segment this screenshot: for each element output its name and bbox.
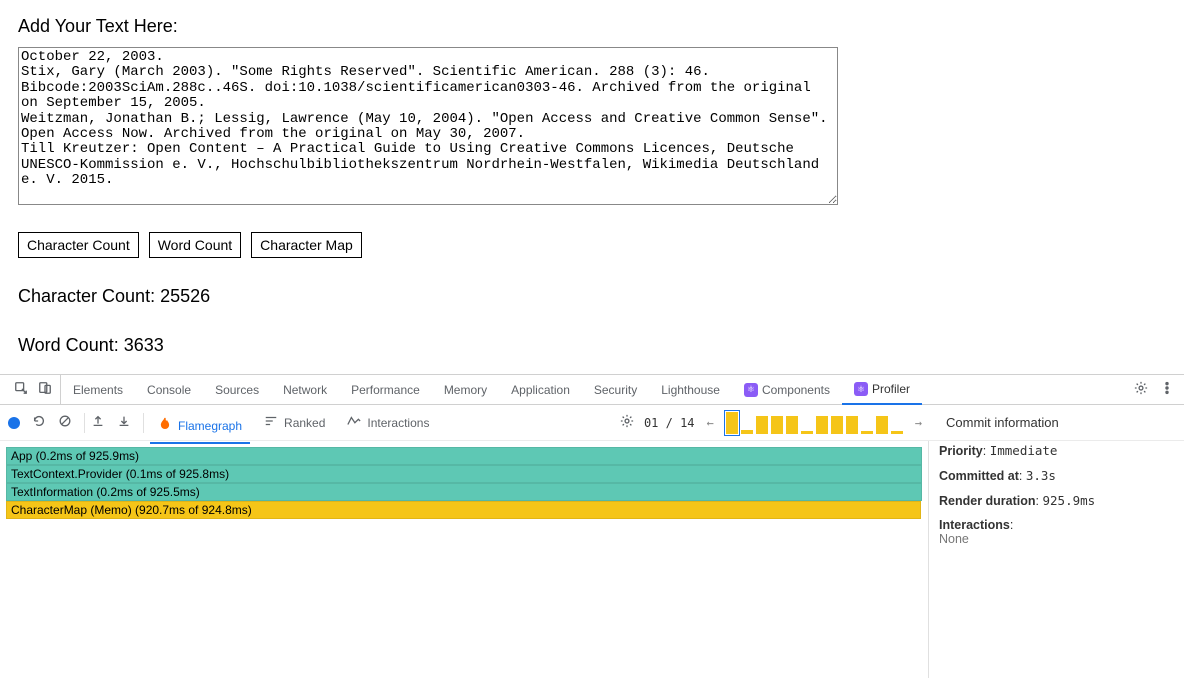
character-count-button[interactable]: Character Count [18,232,139,258]
flame-icon [158,417,172,434]
commit-bar[interactable] [771,416,783,434]
tab-performance[interactable]: Performance [339,375,432,404]
record-button[interactable] [8,417,20,429]
commit-position: 01 / 14 [644,416,695,430]
devtools-tab-bar: Elements Console Sources Network Perform… [0,375,1184,405]
tab-memory[interactable]: Memory [432,375,499,404]
commit-bar[interactable] [846,416,858,434]
tab-react-profiler[interactable]: ⚛ Profiler [842,376,922,405]
tab-console[interactable]: Console [135,375,203,404]
commit-bar[interactable] [816,416,828,434]
ranked-icon [264,414,278,431]
profiler-settings-icon[interactable] [620,414,634,431]
tab-security[interactable]: Security [582,375,649,404]
upload-icon[interactable] [91,414,105,431]
interactions-key: Interactions [939,518,1010,532]
flamegraph-area[interactable]: App (0.2ms of 925.9ms)TextContext.Provid… [0,441,928,678]
tab-network[interactable]: Network [271,375,339,404]
subtab-ranked[interactable]: Ranked [256,408,333,437]
tab-components-label: Components [762,383,830,397]
commit-info-title: Commit information [936,415,1176,430]
commit-bar[interactable] [861,431,873,434]
more-icon[interactable] [1160,381,1174,398]
reload-icon[interactable] [32,414,46,431]
character-count-display: Character Count: 25526 [18,286,1166,307]
subtab-ranked-label: Ranked [284,416,325,430]
word-count-button[interactable]: Word Count [149,232,241,258]
commit-bar-chart[interactable] [726,412,903,434]
render-duration-key: Render duration [939,494,1036,508]
commit-bar[interactable] [801,431,813,434]
settings-icon[interactable] [1134,381,1148,398]
clear-icon[interactable] [58,414,72,431]
priority-key: Priority [939,444,983,458]
priority-value: Immediate [990,443,1058,458]
subtab-interactions-label: Interactions [367,416,429,430]
commit-bar[interactable] [726,412,738,434]
tab-application[interactable]: Application [499,375,582,404]
react-icon: ⚛ [854,382,868,396]
interactions-icon [347,414,361,431]
subtab-flamegraph[interactable]: Flamegraph [150,411,250,444]
tab-profiler-label: Profiler [872,382,910,396]
devtools-panel: Elements Console Sources Network Perform… [0,374,1184,678]
download-icon[interactable] [117,414,131,431]
committed-at-key: Committed at [939,469,1019,483]
render-duration-value: 925.9ms [1043,493,1096,508]
commit-info-panel: Priority: Immediate Committed at: 3.3s R… [928,441,1184,678]
inspect-element-icon[interactable] [14,381,28,398]
device-toggle-icon[interactable] [38,381,52,398]
committed-at-value: 3.3s [1026,468,1056,483]
page-heading: Add Your Text Here: [18,16,1166,37]
tab-lighthouse[interactable]: Lighthouse [649,375,732,404]
react-icon: ⚛ [744,383,758,397]
tab-react-components[interactable]: ⚛ Components [732,375,842,404]
commit-bar[interactable] [831,416,843,434]
text-input[interactable] [18,47,838,205]
tab-sources[interactable]: Sources [203,375,271,404]
commit-bar[interactable] [741,430,753,434]
commit-bar[interactable] [891,431,903,434]
word-count-display: Word Count: 3633 [18,335,1166,356]
commit-bar[interactable] [756,416,768,434]
profiler-toolbar: Flamegraph Ranked Interactions 01 / 14 ←… [0,405,1184,441]
commit-bar[interactable] [876,416,888,434]
flamegraph-row[interactable]: App (0.2ms of 925.9ms) [6,447,922,465]
interactions-value: None [939,532,969,546]
tab-elements[interactable]: Elements [61,375,135,404]
character-map-button[interactable]: Character Map [251,232,362,258]
flamegraph-row[interactable]: TextContext.Provider (0.1ms of 925.8ms) [6,465,922,483]
subtab-flamegraph-label: Flamegraph [178,419,242,433]
flamegraph-row[interactable]: TextInformation (0.2ms of 925.5ms) [6,483,922,501]
flamegraph-row[interactable]: CharacterMap (Memo) (920.7ms of 924.8ms) [6,501,921,519]
prev-commit-button[interactable]: ← [703,416,718,430]
next-commit-button[interactable]: → [911,416,926,430]
commit-bar[interactable] [786,416,798,434]
subtab-interactions[interactable]: Interactions [339,408,437,437]
